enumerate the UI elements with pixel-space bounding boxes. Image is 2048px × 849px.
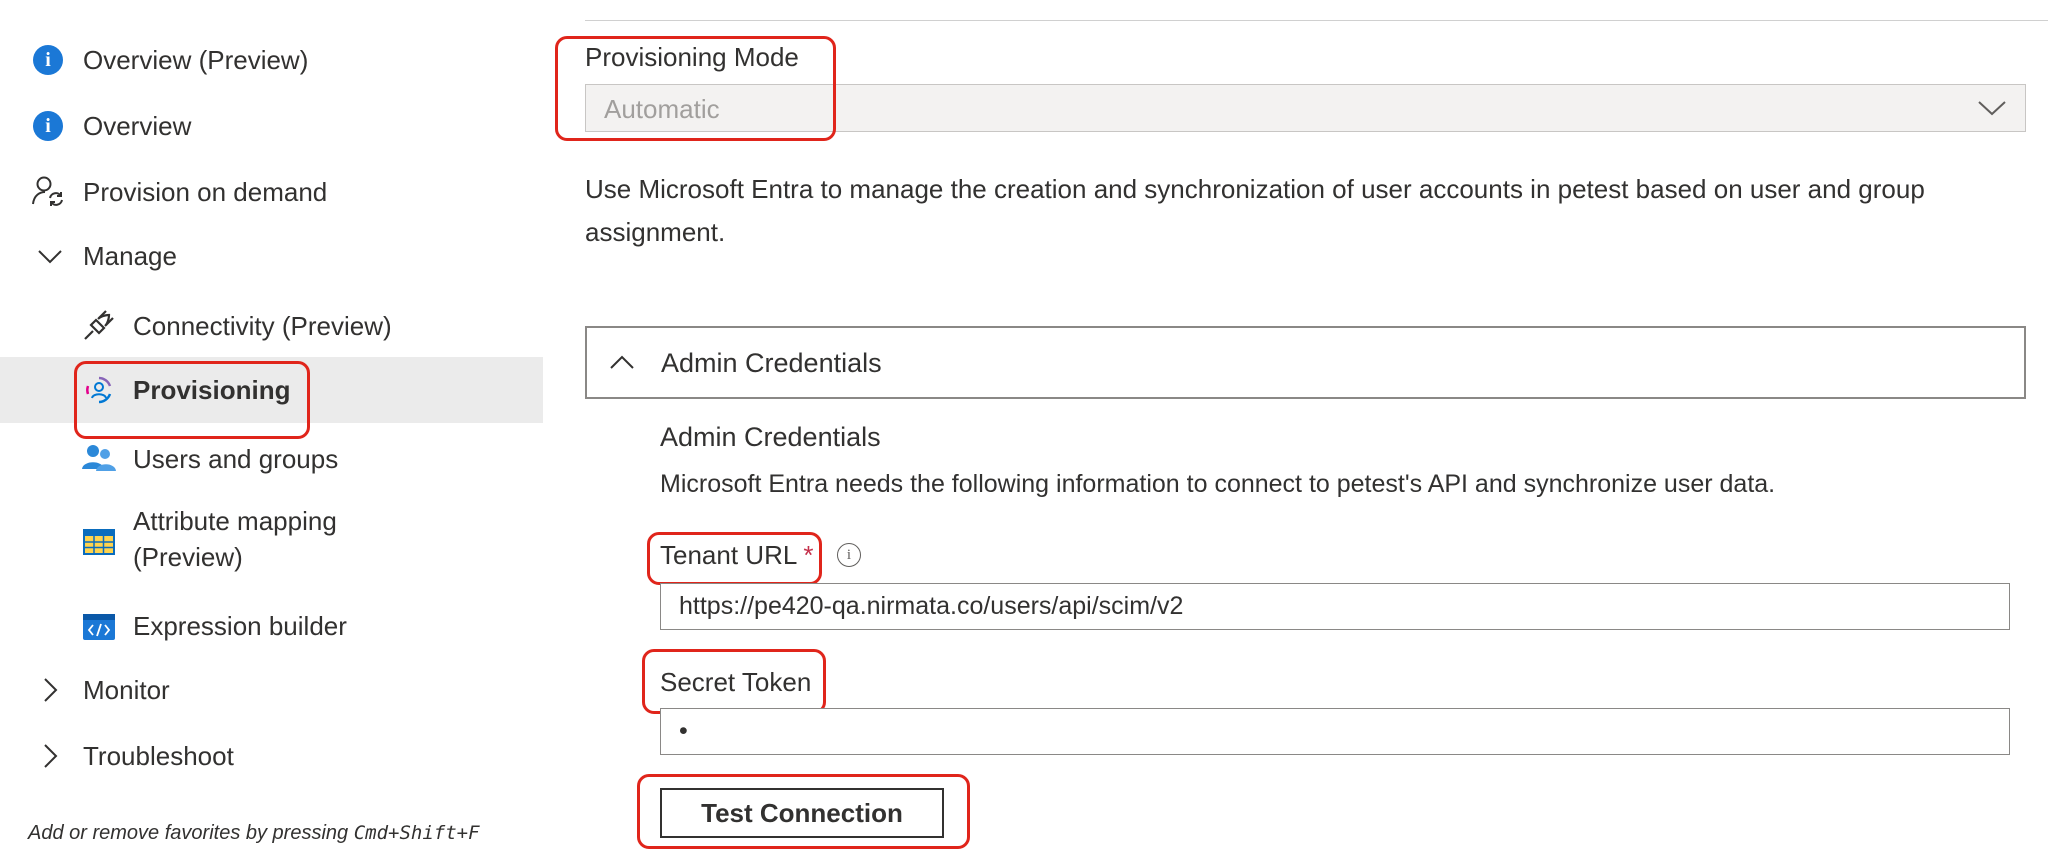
provisioning-mode-label: Provisioning Mode [585,42,799,72]
sidebar-item-overview-preview[interactable]: i Overview (Preview) [0,38,543,82]
sidebar-item-label: Expression builder [133,611,347,641]
sidebar-item-provisioning[interactable]: Provisioning [0,357,543,423]
sidebar-item-label: Manage [83,241,177,271]
plug-icon [82,308,116,342]
sidebar-item-label: Connectivity (Preview) [133,311,392,341]
sidebar-item-expression-builder[interactable]: Expression builder [0,604,543,648]
provisioning-mode-value: Automatic [604,94,720,124]
info-icon: i [31,43,65,77]
sidebar-item-label: Monitor [83,675,170,705]
test-connection-button[interactable]: Test Connection [660,788,944,838]
sidebar-item-label: Troubleshoot [83,741,234,771]
sidebar-group-troubleshoot[interactable]: Troubleshoot [0,734,543,778]
info-icon[interactable]: i [837,543,861,567]
sidebar-item-label: Overview (Preview) [83,45,309,75]
admin-credentials-description: Microsoft Entra needs the following info… [660,470,1776,498]
secret-token-label: Secret Token [660,667,812,697]
sidebar-item-users-and-groups[interactable]: Users and groups [0,437,543,481]
provisioning-mode-dropdown[interactable]: Automatic [585,84,2026,132]
admin-credentials-panel-title: Admin Credentials [661,348,882,378]
sidebar-item-attribute-mapping[interactable]: Attribute mapping (Preview) [0,502,543,582]
chevron-right-icon [33,673,67,707]
top-divider [585,20,2048,21]
chevron-down-icon [1977,97,2007,124]
chevron-down-icon [33,239,67,273]
sidebar-item-provision-on-demand[interactable]: Provision on demand [0,170,543,214]
sidebar-item-label: Attribute mapping [133,506,337,536]
tenant-url-label-text: Tenant URL [660,540,798,570]
favorites-hint: Add or remove favorites by pressing Cmd+… [28,822,480,845]
sidebar-nav: i Overview (Preview) i Overview Provisio… [0,0,543,848]
code-icon [82,610,116,644]
chevron-up-icon [609,351,635,378]
sidebar-group-monitor[interactable]: Monitor [0,668,543,712]
favorites-shortcut: Cmd+Shift+F [353,822,480,844]
admin-credentials-panel-header[interactable]: Admin Credentials [585,326,2026,399]
sidebar-item-connectivity[interactable]: Connectivity (Preview) [0,304,543,348]
admin-credentials-section-title: Admin Credentials [660,422,881,452]
users-icon [82,441,116,475]
sidebar-item-overview[interactable]: i Overview [0,104,543,148]
favorites-hint-text: Add or remove favorites by pressing [28,822,354,844]
sidebar-item-label: Provision on demand [83,177,328,207]
sidebar-item-label: Provisioning [133,375,291,405]
table-icon [82,525,116,559]
tenant-url-label: Tenant URL * [660,540,813,571]
provisioning-icon [82,373,116,407]
sidebar-item-label-line2: (Preview) [133,542,243,572]
sidebar-item-label: Users and groups [133,444,339,474]
required-mark: * [803,540,814,570]
user-sync-icon [31,174,65,208]
sidebar-item-label: Overview [83,111,192,141]
tenant-url-input[interactable]: https://pe420-qa.nirmata.co/users/api/sc… [660,583,2010,630]
sidebar-group-manage[interactable]: Manage [0,234,543,278]
provisioning-description: Use Microsoft Entra to manage the creati… [585,174,1925,247]
secret-token-input[interactable]: • [660,708,2010,755]
chevron-right-icon [33,739,67,773]
info-icon: i [31,109,65,143]
